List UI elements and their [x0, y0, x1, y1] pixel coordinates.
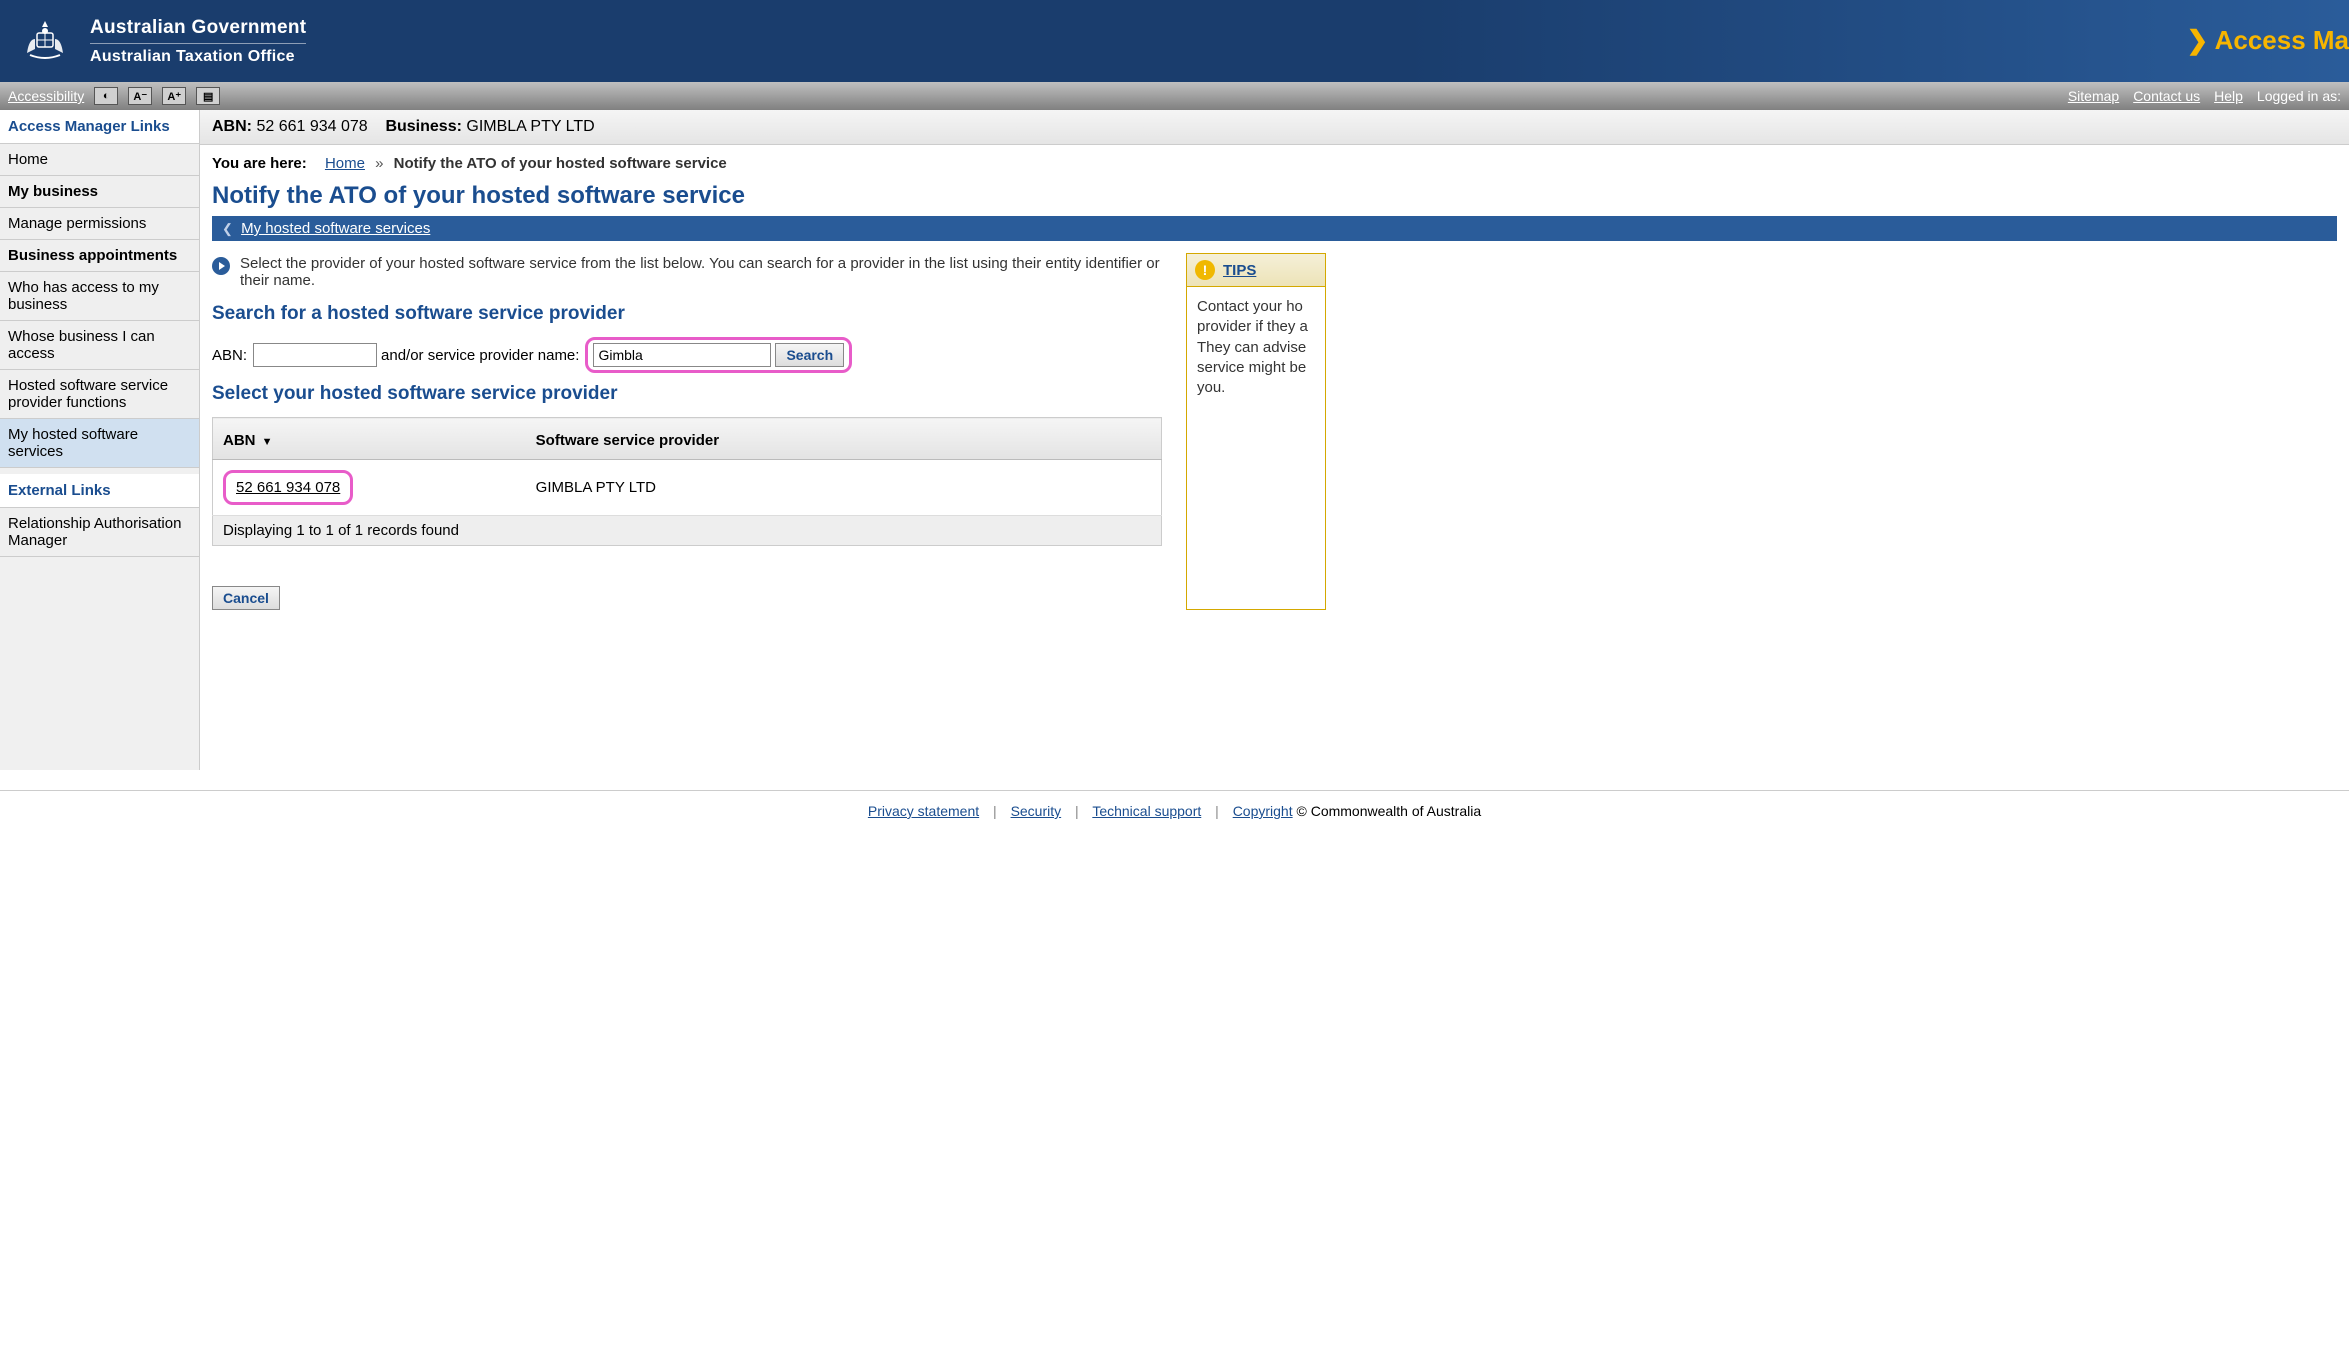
arrow-right-circle-icon [212, 257, 230, 275]
footer-technical[interactable]: Technical support [1092, 803, 1201, 819]
contact-link[interactable]: Contact us [2133, 88, 2200, 104]
sidebar-item-who-has-access[interactable]: Who has access to my business [0, 272, 199, 321]
result-abn-cell: 52 661 934 078 [213, 460, 526, 516]
search-row: ABN: and/or service provider name: Searc… [212, 337, 1162, 373]
sidebar-item-hosted-provider-functions[interactable]: Hosted software service provider functio… [0, 370, 199, 419]
tips-header: ! TIPS [1187, 254, 1325, 287]
tips-panel: ! TIPS Contact your ho provider if they … [1186, 253, 1326, 610]
footer-separator: | [993, 803, 997, 819]
result-abn-link[interactable]: 52 661 934 078 [236, 479, 340, 496]
header-ato-line: Australian Taxation Office [90, 43, 306, 66]
footer-separator: | [1215, 803, 1219, 819]
footer-separator: | [1075, 803, 1079, 819]
back-arrow-icon: ❮ [222, 221, 233, 236]
instruction-row: Select the provider of your hosted softw… [212, 255, 1162, 289]
tips-body: Contact your ho provider if they a They … [1187, 287, 1325, 408]
breadcrumb: You are here: Home » Notify the ATO of y… [200, 145, 2349, 176]
footer-copyright-link[interactable]: Copyright [1233, 803, 1293, 819]
tips-link[interactable]: TIPS [1223, 262, 1256, 279]
content-main: Select the provider of your hosted softw… [212, 255, 1162, 610]
search-heading: Search for a hosted software service pro… [212, 303, 1162, 325]
result-provider-cell: GIMBLA PTY LTD [526, 460, 1162, 516]
sidebar-section-access-manager: Access Manager Links [0, 110, 199, 144]
sidebar-item-business-appointments[interactable]: Business appointments [0, 240, 199, 272]
sitemap-link[interactable]: Sitemap [2068, 88, 2119, 104]
logged-in-label: Logged in as: [2257, 88, 2341, 104]
search-andor-label: and/or service provider name: [381, 347, 579, 364]
sidebar: Access Manager Links Home My business Ma… [0, 110, 200, 770]
col-provider[interactable]: Software service provider [526, 418, 1162, 460]
abn-label: ABN: [212, 118, 252, 135]
content-body: Select the provider of your hosted softw… [200, 241, 2349, 610]
info-icon: ! [1195, 260, 1215, 280]
name-search-highlight: Search [585, 337, 852, 373]
sort-desc-icon: ▼ [262, 436, 273, 448]
business-label: Business: [385, 118, 461, 135]
utility-left: Accessibility ◐ A⁻ A⁺ ▤ [8, 87, 220, 105]
main-area: ABN: 52 661 934 078 Business: GIMBLA PTY… [200, 110, 2349, 770]
header-app-title: ❯ Access Ma [2187, 25, 2349, 56]
you-are-here-label: You are here: [212, 155, 307, 172]
footer-security[interactable]: Security [1011, 803, 1062, 819]
text-decrease-button[interactable]: A⁻ [128, 87, 152, 105]
crest-icon [10, 6, 80, 76]
results-table: ABN ▼ Software service provider 52 661 9… [212, 417, 1162, 516]
abn-value: 52 661 934 078 [256, 118, 367, 135]
cancel-button[interactable]: Cancel [212, 586, 280, 610]
utility-right: Sitemap Contact us Help Logged in as: [2068, 88, 2341, 104]
sidebar-item-home[interactable]: Home [0, 144, 199, 176]
app-header: Australian Government Australian Taxatio… [0, 0, 2349, 82]
main-container: Access Manager Links Home My business Ma… [0, 110, 2349, 770]
chevron-right-icon: ❯ [2187, 25, 2209, 55]
footer-copyright-text: © Commonwealth of Australia [1293, 803, 1482, 819]
help-link[interactable]: Help [2214, 88, 2243, 104]
abn-input[interactable] [253, 343, 377, 367]
breadcrumb-home[interactable]: Home [325, 155, 365, 172]
sidebar-item-my-hosted-services[interactable]: My hosted software services [0, 419, 199, 468]
footer: Privacy statement | Security | Technical… [0, 790, 2349, 831]
search-abn-label: ABN: [212, 347, 247, 364]
abn-result-highlight: 52 661 934 078 [223, 470, 353, 505]
sidebar-item-manage-permissions[interactable]: Manage permissions [0, 208, 199, 240]
header-gov-line: Australian Government [90, 17, 306, 39]
business-value: GIMBLA PTY LTD [466, 118, 594, 135]
page-title: Notify the ATO of your hosted software s… [200, 176, 2349, 216]
results-heading: Select your hosted software service prov… [212, 383, 1162, 405]
table-row: 52 661 934 078 GIMBLA PTY LTD [213, 460, 1162, 516]
utility-bar: Accessibility ◐ A⁻ A⁺ ▤ Sitemap Contact … [0, 82, 2349, 110]
breadcrumb-separator: » [375, 155, 383, 172]
provider-name-input[interactable] [593, 343, 771, 367]
footer-privacy[interactable]: Privacy statement [868, 803, 979, 819]
sidebar-item-whose-business[interactable]: Whose business I can access [0, 321, 199, 370]
accessibility-link[interactable]: Accessibility [8, 88, 84, 104]
contrast-toggle-icon[interactable]: ◐ [94, 87, 118, 105]
cancel-row: Cancel [212, 586, 1162, 610]
instruction-text: Select the provider of your hosted softw… [240, 255, 1162, 289]
sidebar-item-my-business[interactable]: My business [0, 176, 199, 208]
nav-strip: ❮ My hosted software services [212, 216, 2337, 241]
sidebar-item-ram[interactable]: Relationship Authorisation Manager [0, 508, 199, 557]
layout-toggle-icon[interactable]: ▤ [196, 87, 220, 105]
context-bar: ABN: 52 661 934 078 Business: GIMBLA PTY… [200, 110, 2349, 145]
table-footer: Displaying 1 to 1 of 1 records found [212, 516, 1162, 546]
sidebar-section-external: External Links [0, 474, 199, 508]
nav-back-link[interactable]: My hosted software services [241, 220, 430, 237]
text-increase-button[interactable]: A⁺ [162, 87, 186, 105]
col-abn[interactable]: ABN ▼ [213, 418, 526, 460]
coat-of-arms-icon [15, 11, 75, 71]
header-org-text: Australian Government Australian Taxatio… [90, 17, 306, 66]
breadcrumb-current: Notify the ATO of your hosted software s… [394, 155, 727, 172]
search-button[interactable]: Search [775, 343, 844, 367]
